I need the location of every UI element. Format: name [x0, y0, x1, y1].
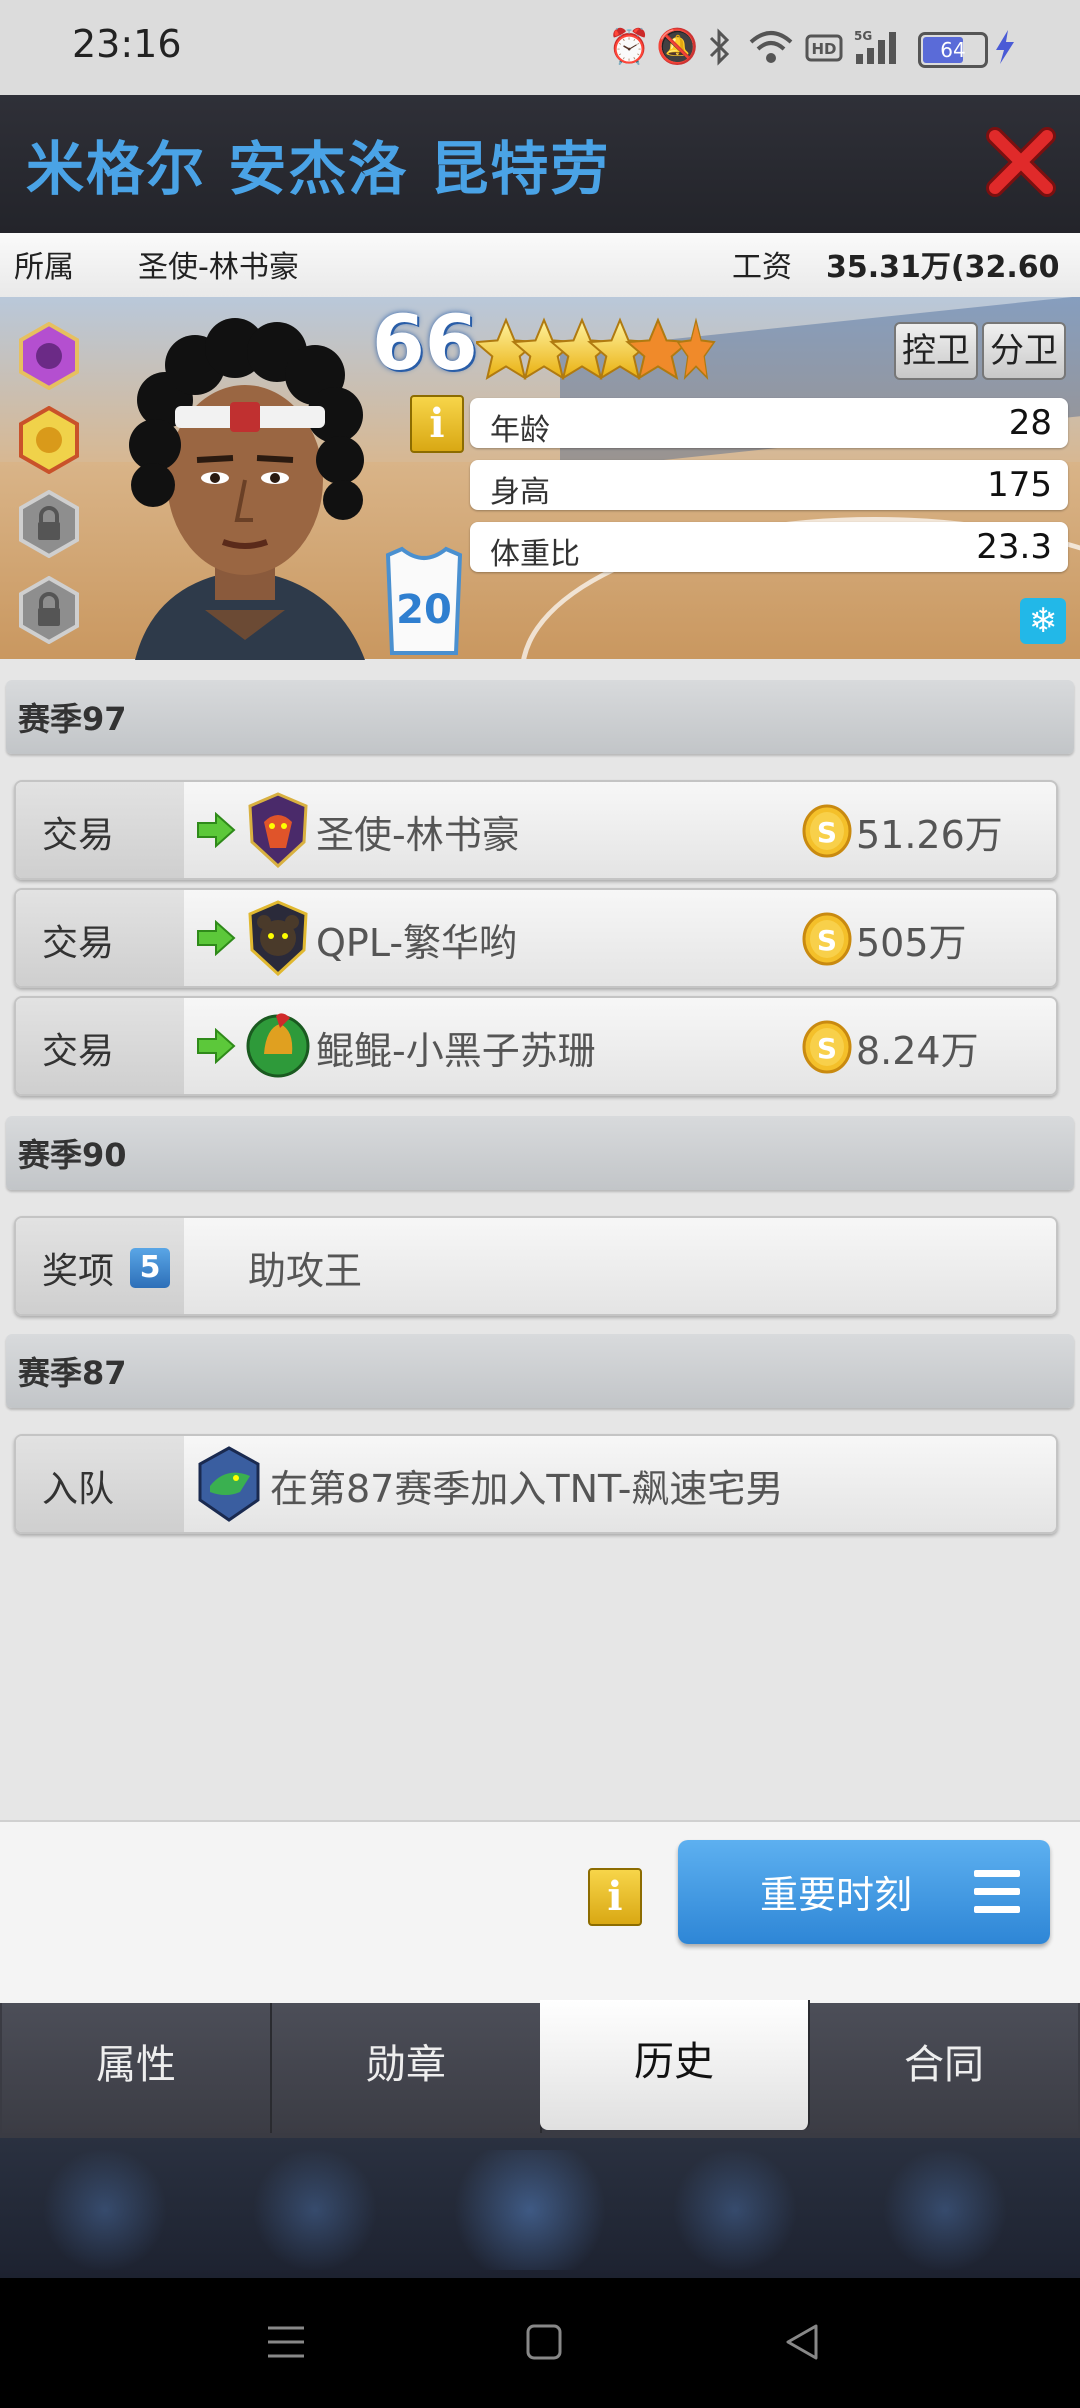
battery-level: 64: [940, 38, 966, 62]
player-name: 米格尔 安杰洛 昆特劳: [26, 135, 611, 203]
history-event-row[interactable]: 奖项 5 助攻王: [14, 1216, 1058, 1316]
svg-text:S: S: [817, 816, 837, 849]
stat-value: 28: [1008, 403, 1052, 443]
tab-contract[interactable]: 合同: [810, 2003, 1078, 2133]
position-tag-pg[interactable]: 控卫: [894, 322, 978, 380]
nav-up-icon: [880, 2150, 1010, 2270]
jersey-icon: 20: [384, 545, 464, 655]
croc-logo-icon: [198, 1446, 260, 1522]
arrow-right-icon: [197, 812, 236, 848]
season-label: 赛季97: [18, 700, 127, 738]
arrow-right-icon: [197, 1028, 236, 1064]
nav-currency-icon: [250, 2150, 380, 2270]
star-half-icon: [676, 317, 716, 381]
position-tag-sg[interactable]: 分卫: [982, 322, 1066, 380]
bluetooth-icon: [702, 28, 738, 66]
season-header: 赛季97: [6, 680, 1074, 754]
nav-home-icon: [440, 2150, 620, 2270]
svg-text:5G: 5G: [854, 29, 872, 43]
player-info-icon[interactable]: i: [410, 395, 464, 453]
recent-apps-button[interactable]: [264, 2322, 308, 2362]
award-count-badge: 5: [130, 1248, 170, 1288]
menu-lines-icon: [268, 2326, 304, 2358]
battery-icon: 64: [918, 32, 988, 68]
trade-amount: 8.24万: [856, 1029, 979, 1073]
svg-text:S: S: [817, 924, 837, 957]
hd-icon: HD: [804, 28, 844, 66]
stat-label: 体重比: [490, 537, 580, 572]
wifi-icon: [746, 28, 796, 66]
stat-value: 23.3: [976, 527, 1052, 567]
nav-star-icon: [40, 2150, 170, 2270]
menu-icon: [974, 1870, 1020, 1914]
close-button[interactable]: [985, 126, 1057, 198]
player-rating: 66: [372, 298, 478, 387]
svg-text:S: S: [817, 1032, 837, 1065]
season-header: 赛季87: [6, 1334, 1074, 1408]
jersey-number: 20: [396, 587, 452, 633]
coin-icon: S: [802, 912, 852, 966]
stat-row-height: 身高 175: [470, 460, 1068, 510]
tab-attributes[interactable]: 属性: [2, 2003, 272, 2133]
badge-purple-icon[interactable]: [18, 321, 80, 391]
back-button[interactable]: [780, 2320, 824, 2364]
team-name: 鲲鲲-小黑子苏珊: [316, 1029, 596, 1073]
bear-logo-icon: [248, 900, 308, 976]
join-text: 在第87赛季加入TNT-飙速宅男: [270, 1467, 784, 1511]
event-type: 交易: [42, 815, 115, 856]
tab-history[interactable]: 历史: [540, 2000, 810, 2130]
snowflake-icon[interactable]: ❄: [1020, 598, 1066, 644]
history-event-row[interactable]: 交易 鲲鲲-小黑子苏珊 S 8.24万: [14, 996, 1058, 1096]
team-name: QPL-繁华哟: [316, 921, 518, 965]
coin-icon: S: [802, 1020, 852, 1074]
arrow-right-icon: [197, 920, 236, 956]
signal-icon: 5G: [852, 28, 904, 66]
season-label: 赛季90: [18, 1136, 127, 1174]
svg-text:HD: HD: [811, 40, 836, 58]
event-type: 奖项: [42, 1251, 115, 1292]
team-value: 圣使-林书豪: [138, 250, 299, 285]
badge-gold-icon[interactable]: [18, 405, 80, 475]
stat-value: 175: [987, 465, 1052, 505]
home-button[interactable]: [522, 2320, 566, 2364]
key-moments-button[interactable]: 重要时刻: [678, 1840, 1050, 1944]
history-event-row[interactable]: 入队 在第87赛季加入TNT-飙速宅男: [14, 1434, 1058, 1534]
trade-amount: 51.26万: [856, 813, 1003, 857]
nav-player-icon: [670, 2150, 800, 2270]
stat-label: 年龄: [490, 413, 550, 448]
history-event-row[interactable]: 交易 圣使-林书豪 S 51.26万: [14, 780, 1058, 880]
event-type: 交易: [42, 923, 115, 964]
coin-icon: S: [802, 804, 852, 858]
charging-icon: [990, 28, 1020, 66]
tab-badges[interactable]: 勋章: [272, 2003, 542, 2133]
badge-locked-icon: [18, 489, 80, 559]
team-label: 所属: [14, 250, 74, 285]
stat-label: 身高: [490, 475, 550, 510]
badge-locked-icon: [18, 575, 80, 645]
close-icon: [986, 127, 1056, 197]
back-triangle-icon: [786, 2324, 818, 2360]
dragon-logo-icon: [248, 792, 308, 868]
award-name: 助攻王: [248, 1249, 363, 1293]
team-name: 圣使-林书豪: [316, 813, 520, 857]
player-avatar: [95, 310, 395, 660]
stat-row-age: 年龄 28: [470, 398, 1068, 448]
history-event-row[interactable]: 交易 QPL-繁华哟 S 505万: [14, 888, 1058, 988]
key-moments-label: 重要时刻: [760, 1873, 913, 1917]
stars-group: [473, 317, 716, 381]
info-icon[interactable]: i: [588, 1868, 642, 1926]
event-type: 入队: [42, 1469, 115, 1510]
event-type: 交易: [42, 1031, 115, 1072]
season-header: 赛季90: [6, 1116, 1074, 1190]
salary-label: 工资: [732, 250, 792, 285]
season-label: 赛季87: [18, 1354, 127, 1392]
mute-icon: 🔕: [656, 27, 699, 67]
stat-row-weight-ratio: 体重比 23.3: [470, 522, 1068, 572]
trade-amount: 505万: [856, 921, 967, 965]
alarm-icon: ⏰: [608, 27, 651, 67]
status-time: 23:16: [72, 22, 182, 66]
star-rating: [473, 314, 766, 388]
spartan-logo-icon: [246, 1013, 310, 1078]
square-icon: [526, 2324, 562, 2360]
